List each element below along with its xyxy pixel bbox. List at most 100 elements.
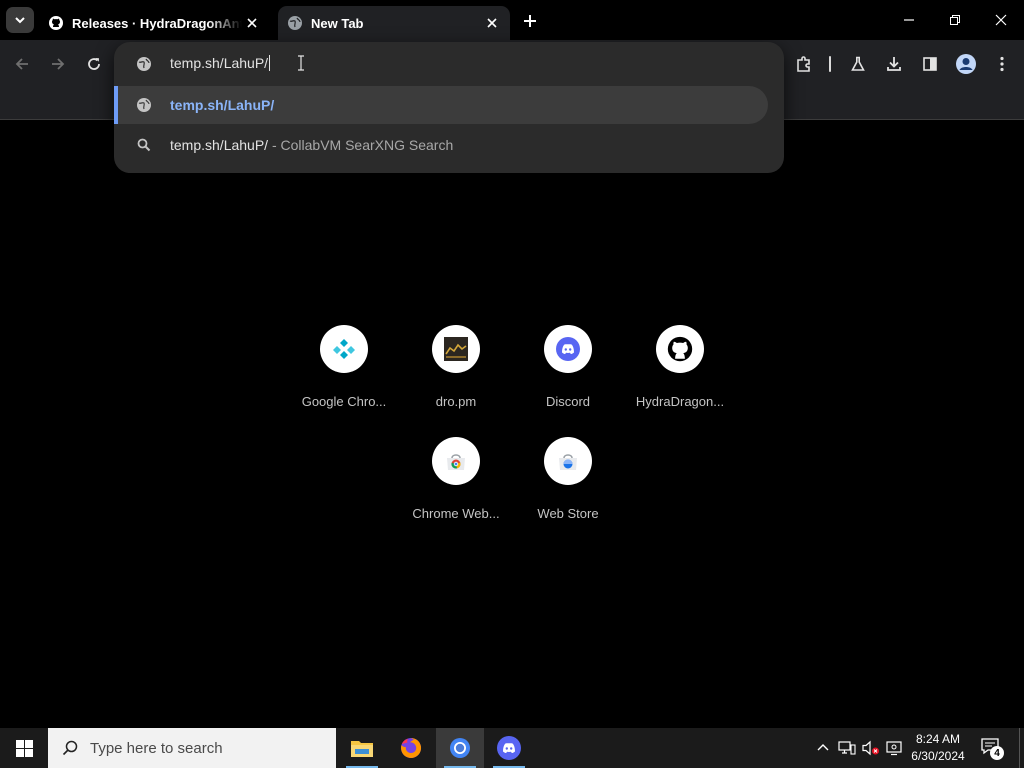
action-center-button[interactable]: 4 [980,736,1004,760]
close-tab-button[interactable] [244,15,260,31]
shortcut-web-store[interactable]: Web Store [512,437,624,549]
shortcut-label: Web Store [537,506,599,521]
plus-icon [524,15,536,27]
network-status[interactable] [837,738,857,758]
globe-icon [288,16,302,30]
restore-icon [950,15,960,25]
shortcut-dro-pm[interactable]: dro.pm [400,325,512,437]
forward-button[interactable] [44,50,72,78]
shortcut-icon-circle [656,325,704,373]
volume-status[interactable] [861,738,881,758]
menu-button[interactable] [988,50,1016,78]
chrome-remote-icon [333,339,355,359]
omnibox-dropdown: temp.sh/LahuP/ temp.sh/LahuP/ temp.sh/La… [114,42,784,173]
side-panel-icon [923,57,937,71]
minimize-icon [904,19,914,21]
shortcut-chrome-web[interactable]: Chrome Web... [400,437,512,549]
new-tab-button[interactable] [518,9,542,33]
download-icon [887,57,901,71]
github-icon [667,336,693,362]
reload-button[interactable] [80,50,108,78]
address-bar[interactable]: temp.sh/LahuP/ [114,42,784,84]
avatar-icon [956,54,976,74]
windows-logo-icon [15,739,33,757]
side-panel-button[interactable] [916,50,944,78]
clock-date: 6/30/2024 [911,749,965,763]
shortcut-icon-circle [544,437,592,485]
toolbar-separator [829,56,831,72]
puzzle-icon [797,56,810,72]
profile-button[interactable] [952,50,980,78]
volume-muted-icon [862,740,879,756]
shortcut-icon-circle [432,325,480,373]
windows-taskbar: Type here to search 8:24 AM 6/30/2024 4 [0,728,1024,768]
suggestion-text: temp.sh/LahuP/ - CollabVM SearXNG Search [170,137,454,153]
file-explorer-icon [351,741,373,757]
chevron-up-icon [817,744,829,751]
extensions-button[interactable] [790,50,818,78]
arrow-right-icon [52,58,65,70]
shortcut-icon-circle [544,325,592,373]
taskbar-search-placeholder: Type here to search [90,739,223,757]
more-vert-icon [1000,56,1004,72]
selection-bar [114,86,118,124]
shortcut-icon-circle [320,325,368,373]
chrome-web-store-icon [447,454,465,470]
tab-strip: Releases · HydraDragonAntivirus New Tab [0,0,1024,40]
tab-search-button[interactable] [6,7,34,33]
tab-new-tab[interactable]: New Tab [278,6,510,40]
close-icon [487,18,497,28]
shortcut-label: Discord [545,394,591,409]
back-button[interactable] [8,50,36,78]
shortcut-discord[interactable]: Discord [512,325,624,437]
network-icon [838,741,856,755]
chrome-icon [450,738,470,758]
suggestion-url[interactable]: temp.sh/LahuP/ [114,86,768,124]
clock-time: 8:24 AM [915,732,961,746]
taskbar-firefox[interactable] [387,728,435,768]
shortcut-label: Google Chro... [301,394,387,409]
minimize-button[interactable] [886,0,932,40]
downloads-button[interactable] [880,50,908,78]
taskbar-chrome[interactable] [436,728,484,768]
flask-icon [851,56,865,71]
reload-icon [88,58,100,70]
chevron-down-icon [15,17,25,24]
close-window-button[interactable] [978,0,1024,40]
close-tab-button[interactable] [484,15,500,31]
shortcut-google-chrome[interactable]: Google Chro... [288,325,400,437]
globe-icon [137,98,151,112]
taskbar-clock[interactable]: 8:24 AM 6/30/2024 [908,731,968,765]
suggestion-search[interactable]: temp.sh/LahuP/ - CollabVM SearXNG Search [114,126,768,164]
tab-title: Releases · HydraDragonAntivirus [72,15,242,31]
dropm-icon [444,337,468,361]
taskbar-search-box[interactable]: Type here to search [48,728,336,768]
arrow-left-icon [15,58,28,70]
discord-icon [556,337,580,361]
address-input[interactable]: temp.sh/LahuP/ [170,55,271,71]
restore-button[interactable] [932,0,978,40]
labs-button[interactable] [844,50,872,78]
show-hidden-icons-button[interactable] [813,738,833,758]
display-status[interactable] [885,738,905,758]
ibeam-cursor-icon [298,55,304,71]
show-desktop-button[interactable] [1019,728,1024,768]
tab-title: New Tab [311,15,364,31]
close-icon [247,18,257,28]
discord-icon [497,736,521,760]
display-icon [886,741,902,756]
tab-releases[interactable]: Releases · HydraDragonAntivirus [40,6,270,40]
start-button[interactable] [0,728,48,768]
notification-count-badge: 4 [990,746,1004,760]
taskbar-file-explorer[interactable] [338,728,386,768]
taskbar-discord[interactable] [485,728,533,768]
shortcut-label: HydraDragon... [635,394,725,409]
shortcut-label: Chrome Web... [412,506,500,521]
shortcut-hydradragon[interactable]: HydraDragon... [624,325,736,437]
shortcut-icon-circle [432,437,480,485]
suggestion-text: temp.sh/LahuP/ [170,97,275,113]
globe-icon [137,57,151,71]
shortcut-label: dro.pm [435,394,477,409]
web-store-icon [559,454,577,470]
suggestion-engine: - CollabVM SearXNG Search [271,137,454,153]
